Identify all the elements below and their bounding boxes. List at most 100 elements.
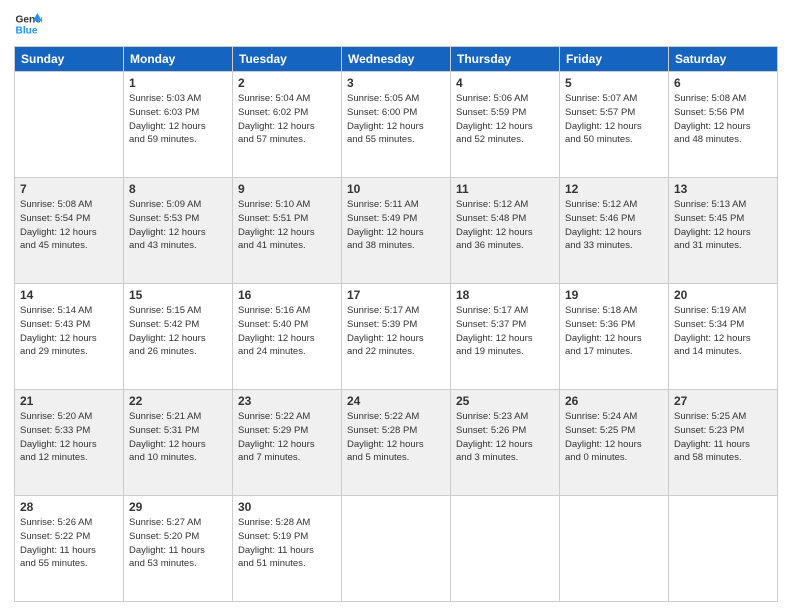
calendar-cell (342, 496, 451, 602)
calendar-cell: 23Sunrise: 5:22 AM Sunset: 5:29 PM Dayli… (233, 390, 342, 496)
day-number: 16 (238, 288, 336, 302)
day-number: 10 (347, 182, 445, 196)
day-number: 14 (20, 288, 118, 302)
day-number: 23 (238, 394, 336, 408)
calendar-cell: 19 Sunrise: 5:18 AM Sunset: 5:36 PM Dayli… (560, 284, 669, 390)
col-header-thursday: Thursday (451, 47, 560, 72)
calendar-cell: 4 Sunrise: 5:06 AM Sunset: 5:59 PM Daylig… (451, 72, 560, 178)
calendar-cell: 28 Sunrise: 5:26 AM Sunset: 5:22 PM Dayli… (15, 496, 124, 602)
cell-info: Sunrise: 5:22 AM Sunset: 5:28 PM Dayligh… (347, 410, 445, 465)
day-number: 8 (129, 182, 227, 196)
calendar-cell: 5 Sunrise: 5:07 AM Sunset: 5:57 PM Daylig… (560, 72, 669, 178)
day-number: 27 (674, 394, 772, 408)
day-number: 18 (456, 288, 554, 302)
week-row-4: 21 Sunrise: 5:20 AM Sunset: 5:33 PM Dayli… (15, 390, 778, 496)
cell-info: Sunrise: 5:07 AM Sunset: 5:57 PM Dayligh… (565, 92, 663, 147)
col-header-monday: Monday (124, 47, 233, 72)
calendar-cell: 26 Sunrise: 5:24 AM Sunset: 5:25 PM Dayli… (560, 390, 669, 496)
calendar-cell (451, 496, 560, 602)
calendar-cell (669, 496, 778, 602)
day-number: 6 (674, 76, 772, 90)
cell-info: Sunrise: 5:11 AM Sunset: 5:49 PM Dayligh… (347, 198, 445, 253)
cell-info: Sunrise: 5:17 AM Sunset: 5:37 PM Dayligh… (456, 304, 554, 359)
calendar-cell: 2 Sunrise: 5:04 AM Sunset: 6:02 PM Daylig… (233, 72, 342, 178)
day-number: 26 (565, 394, 663, 408)
calendar-cell: 20 Sunrise: 5:19 AM Sunset: 5:34 PM Dayli… (669, 284, 778, 390)
calendar-cell: 30Sunrise: 5:28 AM Sunset: 5:19 PM Dayli… (233, 496, 342, 602)
cell-info: Sunrise: 5:09 AM Sunset: 5:53 PM Dayligh… (129, 198, 227, 253)
cell-info: Sunrise: 5:08 AM Sunset: 5:54 PM Dayligh… (20, 198, 118, 253)
calendar-cell: 8 Sunrise: 5:09 AM Sunset: 5:53 PM Daylig… (124, 178, 233, 284)
col-header-sunday: Sunday (15, 47, 124, 72)
calendar-cell: 3Sunrise: 5:05 AM Sunset: 6:00 PM Daylig… (342, 72, 451, 178)
col-header-saturday: Saturday (669, 47, 778, 72)
calendar-cell: 16 Sunrise: 5:16 AM Sunset: 5:40 PM Dayli… (233, 284, 342, 390)
cell-info: Sunrise: 5:08 AM Sunset: 5:56 PM Dayligh… (674, 92, 772, 147)
day-number: 19 (565, 288, 663, 302)
calendar-cell (15, 72, 124, 178)
logo-icon: General Blue (14, 10, 42, 38)
day-number: 15 (129, 288, 227, 302)
calendar-cell: 18 Sunrise: 5:17 AM Sunset: 5:37 PM Dayli… (451, 284, 560, 390)
cell-info: Sunrise: 5:10 AM Sunset: 5:51 PM Dayligh… (238, 198, 336, 253)
day-number: 28 (20, 500, 118, 514)
day-number: 20 (674, 288, 772, 302)
day-number: 1 (129, 76, 227, 90)
day-number: 22 (129, 394, 227, 408)
cell-info: Sunrise: 5:28 AM Sunset: 5:19 PM Dayligh… (238, 516, 336, 571)
calendar-cell: 27 Sunrise: 5:25 AM Sunset: 5:23 PM Dayli… (669, 390, 778, 496)
calendar-cell: 17 Sunrise: 5:17 AM Sunset: 5:39 PM Dayli… (342, 284, 451, 390)
day-number: 17 (347, 288, 445, 302)
day-number: 12 (565, 182, 663, 196)
cell-info: Sunrise: 5:03 AM Sunset: 6:03 PM Dayligh… (129, 92, 227, 147)
cell-info: Sunrise: 5:04 AM Sunset: 6:02 PM Dayligh… (238, 92, 336, 147)
calendar-cell (560, 496, 669, 602)
day-number: 24 (347, 394, 445, 408)
day-number: 9 (238, 182, 336, 196)
day-number: 7 (20, 182, 118, 196)
calendar-cell: 7 Sunrise: 5:08 AM Sunset: 5:54 PM Daylig… (15, 178, 124, 284)
calendar-cell: 9 Sunrise: 5:10 AM Sunset: 5:51 PM Daylig… (233, 178, 342, 284)
cell-info: Sunrise: 5:12 AM Sunset: 5:48 PM Dayligh… (456, 198, 554, 253)
header: General Blue (14, 10, 778, 38)
calendar-cell: 22 Sunrise: 5:21 AM Sunset: 5:31 PM Dayli… (124, 390, 233, 496)
calendar-cell: 21 Sunrise: 5:20 AM Sunset: 5:33 PM Dayli… (15, 390, 124, 496)
calendar-cell: 25Sunrise: 5:23 AM Sunset: 5:26 PM Dayli… (451, 390, 560, 496)
col-header-wednesday: Wednesday (342, 47, 451, 72)
day-number: 5 (565, 76, 663, 90)
svg-text:Blue: Blue (16, 25, 38, 36)
cell-info: Sunrise: 5:23 AM Sunset: 5:26 PM Dayligh… (456, 410, 554, 465)
cell-info: Sunrise: 5:18 AM Sunset: 5:36 PM Dayligh… (565, 304, 663, 359)
week-row-1: 1 Sunrise: 5:03 AM Sunset: 6:03 PM Daylig… (15, 72, 778, 178)
cell-info: Sunrise: 5:06 AM Sunset: 5:59 PM Dayligh… (456, 92, 554, 147)
calendar-cell: 1 Sunrise: 5:03 AM Sunset: 6:03 PM Daylig… (124, 72, 233, 178)
day-number: 21 (20, 394, 118, 408)
cell-info: Sunrise: 5:21 AM Sunset: 5:31 PM Dayligh… (129, 410, 227, 465)
calendar-cell: 29Sunrise: 5:27 AM Sunset: 5:20 PM Dayli… (124, 496, 233, 602)
day-number: 2 (238, 76, 336, 90)
cell-info: Sunrise: 5:15 AM Sunset: 5:42 PM Dayligh… (129, 304, 227, 359)
col-header-tuesday: Tuesday (233, 47, 342, 72)
cell-info: Sunrise: 5:26 AM Sunset: 5:22 PM Dayligh… (20, 516, 118, 571)
day-number: 4 (456, 76, 554, 90)
week-row-5: 28 Sunrise: 5:26 AM Sunset: 5:22 PM Dayli… (15, 496, 778, 602)
calendar-cell: 14 Sunrise: 5:14 AM Sunset: 5:43 PM Dayli… (15, 284, 124, 390)
cell-info: Sunrise: 5:19 AM Sunset: 5:34 PM Dayligh… (674, 304, 772, 359)
calendar-cell: 15 Sunrise: 5:15 AM Sunset: 5:42 PM Dayli… (124, 284, 233, 390)
cell-info: Sunrise: 5:16 AM Sunset: 5:40 PM Dayligh… (238, 304, 336, 359)
cell-info: Sunrise: 5:27 AM Sunset: 5:20 PM Dayligh… (129, 516, 227, 571)
calendar-cell: 10 Sunrise: 5:11 AM Sunset: 5:49 PM Dayli… (342, 178, 451, 284)
cell-info: Sunrise: 5:14 AM Sunset: 5:43 PM Dayligh… (20, 304, 118, 359)
calendar-cell: 13Sunrise: 5:13 AM Sunset: 5:45 PM Dayli… (669, 178, 778, 284)
logo: General Blue (14, 10, 42, 38)
cell-info: Sunrise: 5:20 AM Sunset: 5:33 PM Dayligh… (20, 410, 118, 465)
cell-info: Sunrise: 5:17 AM Sunset: 5:39 PM Dayligh… (347, 304, 445, 359)
calendar-cell: 12 Sunrise: 5:12 AM Sunset: 5:46 PM Dayli… (560, 178, 669, 284)
calendar-table: SundayMondayTuesdayWednesdayThursdayFrid… (14, 46, 778, 602)
cell-info: Sunrise: 5:24 AM Sunset: 5:25 PM Dayligh… (565, 410, 663, 465)
cell-info: Sunrise: 5:25 AM Sunset: 5:23 PM Dayligh… (674, 410, 772, 465)
header-row: SundayMondayTuesdayWednesdayThursdayFrid… (15, 47, 778, 72)
cell-info: Sunrise: 5:12 AM Sunset: 5:46 PM Dayligh… (565, 198, 663, 253)
col-header-friday: Friday (560, 47, 669, 72)
day-number: 11 (456, 182, 554, 196)
